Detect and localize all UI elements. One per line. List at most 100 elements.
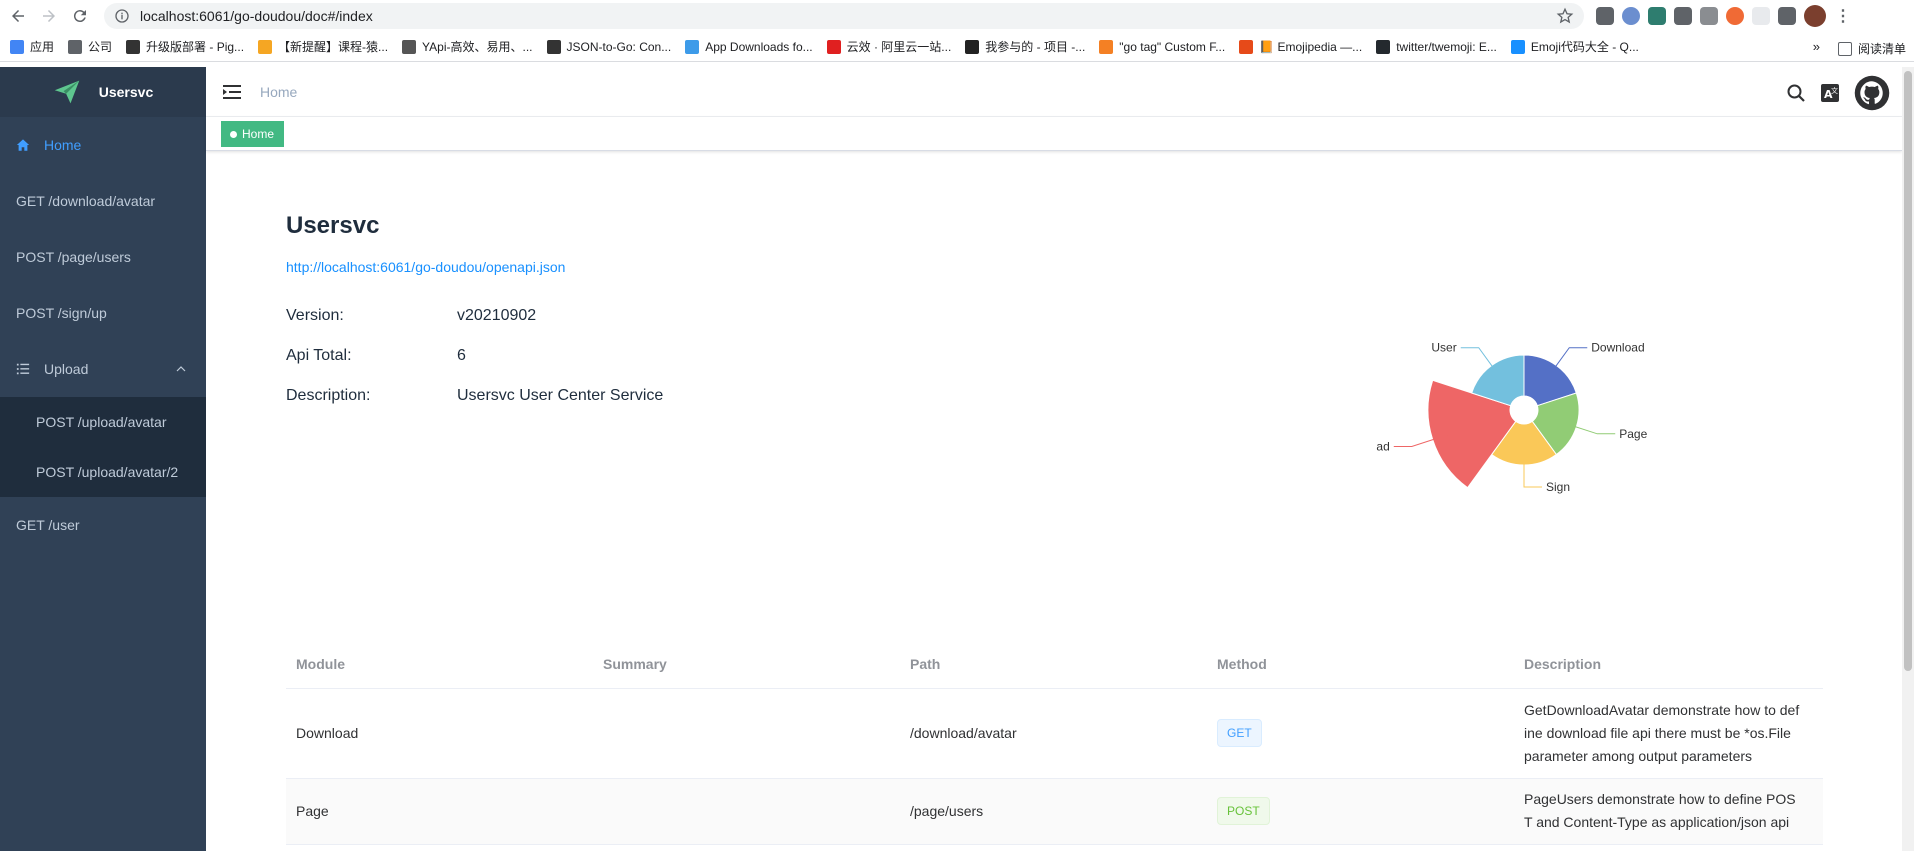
- hamburger-icon[interactable]: [222, 82, 242, 102]
- sidebar-item-upload[interactable]: Upload: [0, 341, 206, 397]
- sidebar-item-post-page-users[interactable]: POST /page/users: [0, 229, 206, 285]
- rose-label: Page: [1619, 427, 1647, 441]
- bookmark-item[interactable]: "go tag" Custom F...: [1099, 39, 1225, 54]
- bookmark-item[interactable]: 公司: [68, 38, 112, 55]
- reload-button[interactable]: [67, 3, 93, 29]
- extension-icon-6[interactable]: [1726, 7, 1744, 25]
- forward-button[interactable]: [36, 3, 62, 29]
- extension-icon-2[interactable]: [1622, 7, 1640, 25]
- info-icon: [115, 9, 129, 23]
- favicon-icon: [258, 39, 273, 54]
- column-header-method: Method: [1207, 640, 1514, 689]
- table-row[interactable]: Download /download/avatar GET GetDownloa…: [286, 688, 1823, 779]
- bookmark-item[interactable]: 云效 · 阿里云一站...: [826, 38, 951, 55]
- svg-text:文: 文: [1831, 86, 1838, 95]
- folder-icon: [68, 39, 83, 54]
- cell-method: POST: [1207, 778, 1514, 845]
- rose-label: Download: [1591, 341, 1644, 355]
- column-header-description: Description: [1514, 640, 1823, 689]
- favicon-icon: [965, 39, 980, 54]
- sidebar-item-get-download-avatar[interactable]: GET /download/avatar: [0, 173, 206, 229]
- page-scrollbar[interactable]: [1902, 67, 1914, 851]
- bookmark-item[interactable]: twitter/twemoji: E...: [1376, 39, 1497, 54]
- vue-devtools-icon[interactable]: [1648, 7, 1666, 25]
- extensions-area: ⋮: [1596, 4, 1852, 28]
- method-badge: GET: [1217, 719, 1262, 747]
- extension-icon-1[interactable]: [1596, 7, 1614, 25]
- info-row-api-total: Api Total: 6: [286, 347, 466, 365]
- column-header-summary: Summary: [593, 640, 900, 689]
- profile-avatar[interactable]: [1804, 5, 1826, 27]
- favicon-icon: [826, 39, 841, 54]
- sidebar-item-post-upload-avatar-2[interactable]: POST /upload/avatar/2: [0, 447, 206, 497]
- search-icon[interactable]: [1786, 83, 1806, 103]
- navbar-actions: A文: [1786, 75, 1890, 111]
- table-header-row: Module Summary Path Method Description: [286, 640, 1823, 689]
- camera-icon[interactable]: [1700, 7, 1718, 25]
- bookmark-item[interactable]: JSON-to-Go: Con...: [546, 39, 671, 54]
- tags-view: Home: [206, 117, 1902, 151]
- bookmark-item[interactable]: YApi-高效、易用、...: [402, 38, 533, 55]
- bookmark-item[interactable]: 应用: [10, 38, 54, 55]
- bookmarks-overflow-button[interactable]: »: [1813, 39, 1820, 54]
- browser-menu-icon[interactable]: ⋮: [1834, 7, 1852, 25]
- openapi-spec-link[interactable]: http://localhost:6061/go-doudou/openapi.…: [286, 259, 565, 275]
- favicon-icon: [685, 39, 700, 54]
- info-label: Api Total:: [286, 347, 352, 364]
- bookmark-item[interactable]: 【新提醒】课程-猿...: [258, 38, 388, 55]
- sidebar-item-label: Home: [44, 137, 82, 153]
- bookmark-item[interactable]: 升级版部署 - Pig...: [126, 38, 244, 55]
- reading-list-button[interactable]: 阅读清单: [1837, 40, 1906, 57]
- sidebar-item-home[interactable]: Home: [0, 117, 206, 173]
- method-badge: POST: [1217, 797, 1270, 825]
- translate-icon[interactable]: A文: [1820, 83, 1840, 103]
- app-title: Usersvc: [98, 84, 154, 100]
- favicon-icon: [1099, 39, 1114, 54]
- tag-home[interactable]: Home: [221, 121, 285, 147]
- extension-icon-7[interactable]: [1752, 7, 1770, 25]
- browser-toolbar: localhost:6061/go-doudou/doc#/index ⋮: [0, 0, 1914, 32]
- sidebar-item-label: GET /download/avatar: [16, 193, 156, 209]
- sidebar-item-label: POST /sign/up: [16, 305, 107, 321]
- column-header-path: Path: [900, 640, 1207, 689]
- table-row[interactable]: Page /page/users POST PageUsers demonstr…: [286, 778, 1823, 845]
- sidebar-item-label: POST /page/users: [16, 249, 131, 265]
- bookmark-item[interactable]: 📙 Emojipedia —...: [1239, 39, 1362, 54]
- column-header-module: Module: [286, 640, 593, 689]
- sidebar-item-label: POST /upload/avatar: [36, 414, 167, 430]
- cell-path: /page/users: [900, 778, 1207, 845]
- bookmark-star-icon[interactable]: [1556, 7, 1574, 25]
- cell-summary: [593, 778, 900, 845]
- scrollbar-thumb[interactable]: [1904, 71, 1912, 671]
- favicon-icon: [402, 39, 417, 54]
- api-table: Module Summary Path Method Description D…: [286, 640, 1823, 845]
- sidebar-item-post-sign-up[interactable]: POST /sign/up: [0, 285, 206, 341]
- breadcrumb: Home: [260, 83, 298, 100]
- info-value: 6: [457, 347, 466, 364]
- pocket-icon[interactable]: [1674, 7, 1692, 25]
- bookmark-item[interactable]: 我参与的 - 项目 -...: [965, 38, 1085, 55]
- sidebar-item-label: POST /upload/avatar/2: [36, 464, 179, 480]
- bookmark-item[interactable]: Emoji代码大全 - Q...: [1510, 38, 1639, 55]
- sidebar-item-post-upload-avatar[interactable]: POST /upload/avatar: [0, 397, 206, 447]
- tag-label: Home: [242, 127, 275, 141]
- address-url[interactable]: localhost:6061/go-doudou/doc#/index: [140, 8, 373, 24]
- address-bar[interactable]: localhost:6061/go-doudou/doc#/index: [104, 3, 1584, 29]
- chevron-up-icon: [176, 366, 186, 372]
- puzzle-extensions-icon[interactable]: [1778, 7, 1796, 25]
- sidebar-item-get-user[interactable]: GET /user: [0, 497, 206, 553]
- favicon-icon: [1510, 39, 1525, 54]
- cell-description: GetDownloadAvatar demonstrate how to def…: [1514, 688, 1823, 779]
- main-content: Usersvc http://localhost:6061/go-doudou/…: [206, 152, 1902, 851]
- info-row-version: Version: v20210902: [286, 307, 536, 325]
- cell-method: GET: [1207, 688, 1514, 779]
- sidebar-logo[interactable]: Usersvc: [0, 67, 206, 117]
- home-icon: [16, 139, 30, 151]
- app-logo-icon: [54, 80, 79, 104]
- cell-module: Download: [286, 688, 593, 779]
- github-icon[interactable]: [1854, 75, 1890, 111]
- back-button[interactable]: [5, 3, 31, 29]
- bookmarks-bar: 应用 公司 升级版部署 - Pig... 【新提醒】课程-猿... YApi-高…: [0, 32, 1914, 62]
- bookmark-item[interactable]: App Downloads fo...: [685, 39, 813, 54]
- list-icon: [16, 363, 30, 375]
